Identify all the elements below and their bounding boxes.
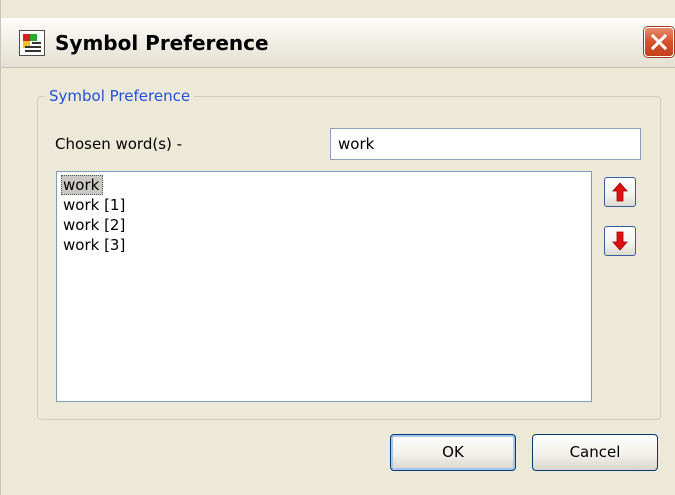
list-item[interactable]: work [3]	[61, 235, 129, 255]
list-item[interactable]: work [1]	[61, 195, 129, 215]
cancel-button[interactable]: Cancel	[532, 434, 658, 471]
symbol-listbox[interactable]: work work [1] work [2] work [3]	[56, 171, 592, 402]
top-strip	[1, 0, 675, 18]
list-item[interactable]: work	[61, 175, 104, 195]
arrow-down-icon	[612, 231, 628, 251]
move-up-button[interactable]	[604, 177, 636, 207]
ok-button[interactable]: OK	[390, 434, 516, 471]
symbol-preference-dialog: Symbol Preference Symbol Preference Chos…	[0, 0, 675, 495]
close-icon	[650, 33, 668, 51]
move-down-button[interactable]	[604, 226, 636, 256]
window-title: Symbol Preference	[55, 31, 269, 55]
chosen-words-label: Chosen word(s) -	[55, 135, 183, 153]
app-icon	[19, 30, 45, 56]
chosen-words-input[interactable]	[330, 128, 641, 160]
arrow-up-icon	[612, 182, 628, 202]
close-button[interactable]	[644, 27, 674, 57]
group-legend: Symbol Preference	[45, 86, 195, 106]
list-item[interactable]: work [2]	[61, 215, 129, 235]
